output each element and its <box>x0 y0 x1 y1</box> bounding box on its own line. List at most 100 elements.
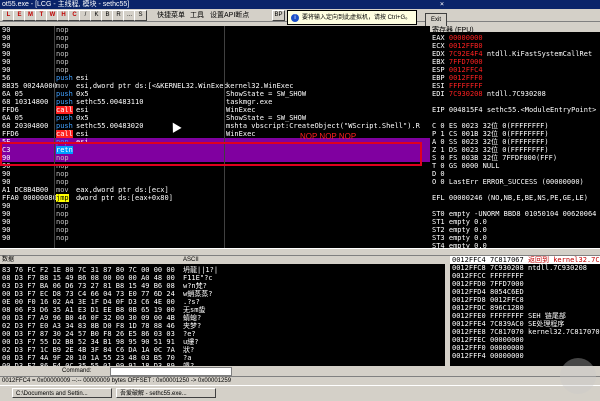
disasm-row[interactable]: A1 DC8B4B00 mov eax,dword ptr ds:[ecx] <box>0 186 430 194</box>
disasm-row[interactable]: 68 10314800 push sethc55.00483110 taskmgr.e… <box>0 98 430 106</box>
register-comment: 32位 0(FFFFFFFF) <box>482 122 549 130</box>
register-row[interactable]: D 0 <box>432 170 445 178</box>
menu-set-api-breakpoint[interactable]: 设置API断点 <box>210 11 249 21</box>
stack-address: 0012FFDC <box>452 304 486 312</box>
stack-pane[interactable]: 0012FFC4 7C817067 返回到 kernel32.7C 0012FFC8 7… <box>450 256 600 366</box>
disasm-row[interactable]: 90 nop <box>0 42 430 50</box>
taskbar-item-explorer[interactable]: C:\Documents and Settin... <box>12 388 112 398</box>
stack-row[interactable]: 0012FFD0 7FFD7000 <box>450 280 600 288</box>
register-row[interactable]: ST3 empty 0.0 <box>432 234 487 242</box>
register-row[interactable]: ST1 empty 0.0 <box>432 218 487 226</box>
stack-row[interactable]: 0012FFC8 7C930208 ntdll.7C930208 <box>450 264 600 272</box>
stack-value: 8054C6ED <box>490 288 524 296</box>
register-name: T 0 <box>432 162 445 170</box>
disasm-row[interactable]: 90 nop <box>0 50 430 58</box>
disasm-row[interactable]: 6A 05 push 0x5 ShowState = SW_SHOW <box>0 114 430 122</box>
dump-ascii: 坍龍||1?| <box>183 266 219 274</box>
register-comment: -UNORM BBD8 01050104 00620064 <box>474 210 597 218</box>
register-row[interactable]: T 0 GS 0000 NULL <box>432 162 499 170</box>
command-bar: Command: <box>0 366 600 376</box>
register-row[interactable]: EBX 7FFD7000 <box>432 58 483 66</box>
disasm-row[interactable]: 90 nop <box>0 210 430 218</box>
disasm-row[interactable]: FFD6 call esi WinExec <box>0 130 430 138</box>
exit-button[interactable]: Exit <box>425 13 447 27</box>
disasm-hex: 90 <box>2 218 11 226</box>
stack-row[interactable]: 0012FFEC 00000000 <box>450 336 600 344</box>
stack-row[interactable]: 0012FFCC FFFFFFFF <box>450 272 600 280</box>
register-row[interactable]: C 0 ES 0023 32位 0(FFFFFFFF) <box>432 122 549 130</box>
disasm-row[interactable]: 90 nop <box>0 218 430 226</box>
disasm-row[interactable]: 8B35 0024A000 mov esi,dword ptr ds:[<&KERN… <box>0 82 430 90</box>
bp-button[interactable]: BP <box>272 10 285 21</box>
toolbar-button-12[interactable]: S <box>134 10 147 21</box>
stack-row[interactable]: 0012FFE8 7C817070 kernel32.7C817070 <box>450 328 600 336</box>
register-comment: 0.0 <box>474 234 487 242</box>
register-row[interactable]: EBP 0012FFF0 <box>432 74 483 82</box>
register-comment: 0.0 <box>474 218 487 226</box>
memory-dump-pane[interactable]: 83 76 FC F2 1E 80 7C 31 87 80 7C 00 00 0… <box>0 256 445 366</box>
register-row[interactable]: S 0 FS 003B 32位 7FFDF000(FFF) <box>432 154 557 162</box>
register-row[interactable]: ST2 empty 0.0 <box>432 226 487 234</box>
register-value: 00000000 <box>448 34 483 42</box>
stack-row[interactable]: 0012FFC4 7C817067 返回到 kernel32.7C <box>450 256 600 264</box>
disasm-row[interactable]: 68 20304800 push sethc55.00483020 mshta vbs… <box>0 122 430 130</box>
menu-shortcuts[interactable]: 快捷菜单 <box>157 11 185 21</box>
disasm-row[interactable]: 56 push esi <box>0 74 430 82</box>
register-name: EBX <box>432 58 445 66</box>
disasm-row[interactable]: 90 nop <box>0 202 430 210</box>
dump-header-ascii: ASCII <box>183 257 199 263</box>
register-value: 00000246 <box>448 194 483 202</box>
pane-splitter[interactable] <box>0 248 600 256</box>
register-row[interactable]: P 1 CS 001B 32位 0(FFFFFFFF) <box>432 130 549 138</box>
register-row[interactable]: EIP 004815F4 sethc55.<ModuleEntryPoint> <box>432 106 596 114</box>
disasm-row[interactable]: 90 nop <box>0 58 430 66</box>
register-row[interactable]: ECX 0012FFB0 <box>432 42 483 50</box>
register-value: FFFFFFFF <box>448 82 483 90</box>
register-comment: 32位 0(FFFFFFFF) <box>482 146 549 154</box>
register-row[interactable]: EAX 00000000 <box>432 34 483 42</box>
dump-hex: 83 76 FC F2 1E 80 7C 31 87 80 7C 00 00 0… <box>2 266 175 274</box>
register-row[interactable]: Z 1 DS 0023 32位 0(FFFFFFFF) <box>432 146 549 154</box>
stack-row[interactable]: 0012FFD8 0012FFC8 <box>450 296 600 304</box>
patch-selection-box <box>0 142 422 166</box>
stack-row[interactable]: 0012FFE0 FFFFFFFF SEH 链尾部 <box>450 312 600 320</box>
register-comment: NULL <box>482 162 500 170</box>
disasm-operand: esi,dword ptr ds:[<&KERNEL32.WinExec <box>76 82 228 90</box>
stack-value: FFFFFFFF <box>490 272 524 280</box>
disasm-row[interactable]: 90 nop <box>0 34 430 42</box>
dump-ascii: ?e? <box>183 330 196 338</box>
disasm-row[interactable]: 90 nop <box>0 26 430 34</box>
stack-row[interactable]: 0012FFF0 00000000 <box>450 344 600 352</box>
disasm-row[interactable]: 6A 05 push 0x5 ShowState = SW_SHOW <box>0 90 430 98</box>
disasm-mnemonic: push <box>56 98 73 106</box>
registers-pane[interactable]: EAX 00000000 ECX 0012FFB0 EDX 7C92E4F4 n… <box>430 32 600 248</box>
register-row[interactable]: O 0 LastErr ERROR_SUCCESS (00000000) <box>432 178 584 186</box>
disasm-hex: 90 <box>2 26 11 34</box>
disasm-operand: esi <box>76 74 89 82</box>
disasm-row[interactable]: FFD6 call esi WinExec <box>0 106 430 114</box>
disasm-row[interactable]: FFA0 00000080 jmp dword ptr ds:[eax+0x80] <box>0 194 430 202</box>
disasm-row[interactable]: 90 nop <box>0 170 430 178</box>
disasm-row[interactable]: 90 nop <box>0 66 430 74</box>
register-row[interactable]: EDX 7C92E4F4 ntdll.KiFastSystemCallRet <box>432 50 592 58</box>
register-row[interactable]: ESI FFFFFFFF <box>432 82 483 90</box>
disassembly-pane[interactable]: 90 nop 90 nop 90 nop 90 nop 90 nop 90 nop 56 push esi 8… <box>0 26 430 248</box>
register-row[interactable]: ST0 empty -UNORM BBD8 01050104 00620064 <box>432 210 596 218</box>
stack-row[interactable]: 0012FFDC 896C1280 <box>450 304 600 312</box>
register-value: GS 0000 <box>448 162 479 170</box>
register-row[interactable]: A 0 SS 0023 32位 0(FFFFFFFF) <box>432 138 549 146</box>
register-row[interactable]: EDI 7C930208 ntdll.7C930208 <box>432 90 546 98</box>
menu-tools[interactable]: 工具 <box>190 11 204 21</box>
disasm-row[interactable]: 90 nop <box>0 234 430 242</box>
disasm-row[interactable]: 90 nop <box>0 226 430 234</box>
close-icon[interactable]: × <box>437 0 447 9</box>
disasm-row[interactable]: 90 nop <box>0 178 430 186</box>
disasm-hex: 90 <box>2 42 11 50</box>
stack-row[interactable]: 0012FFD4 8054C6ED <box>450 288 600 296</box>
command-input[interactable] <box>110 367 232 376</box>
taskbar-item-debugger[interactable]: 吾爱破解 - sethc55.exe... <box>116 388 216 398</box>
stack-address: 0012FFF0 <box>452 344 486 352</box>
register-row[interactable]: ESP 0012FFC4 <box>432 66 483 74</box>
register-row[interactable]: EFL 00000246 (NO,NB,E,BE,NS,PE,GE,LE) <box>432 194 588 202</box>
stack-row[interactable]: 0012FFE4 7C839AC0 SE处理程序 <box>450 320 600 328</box>
